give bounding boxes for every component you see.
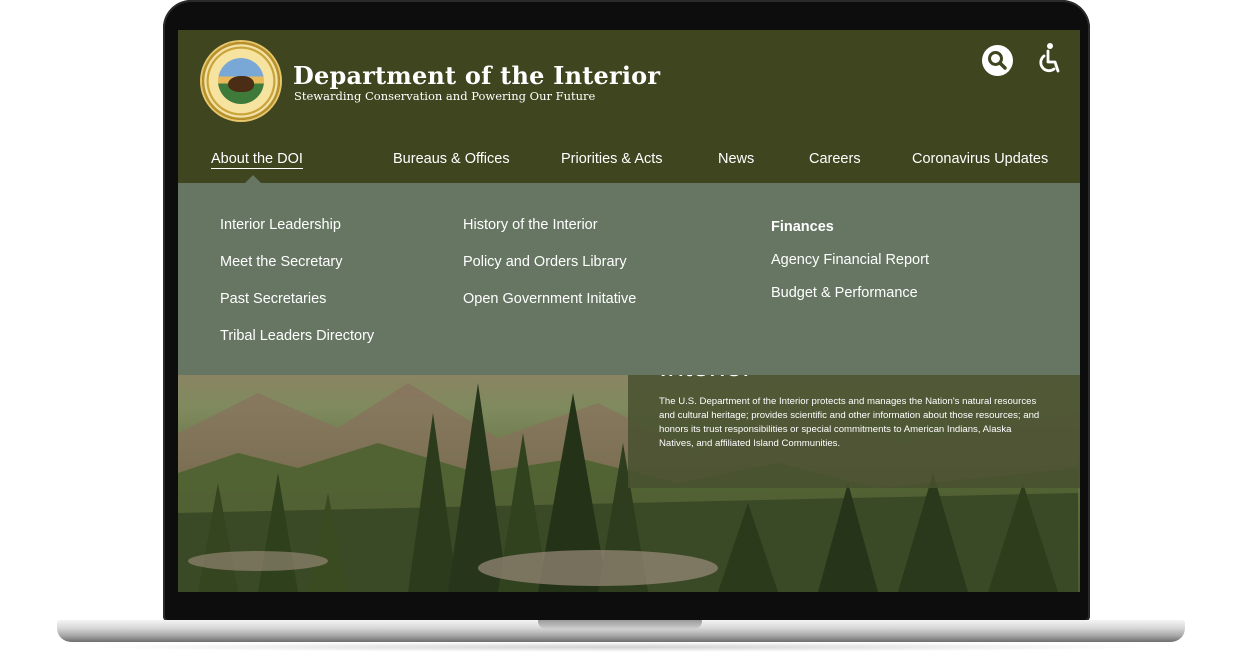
nav-about-the-doi[interactable]: About the DOI xyxy=(211,151,303,169)
nav-priorities-acts[interactable]: Priorities & Acts xyxy=(561,151,663,167)
site-subtitle: Stewarding Conservation and Powering Our… xyxy=(294,89,596,103)
nav-careers[interactable]: Careers xyxy=(809,151,861,167)
bison-icon xyxy=(228,76,254,92)
menu-heading-finances: Finances xyxy=(771,219,834,235)
site-title[interactable]: Department of the Interior xyxy=(293,61,660,90)
menu-history-of-the-interior[interactable]: History of the Interior xyxy=(463,217,598,233)
laptop-hinge-notch xyxy=(538,620,702,629)
menu-budget-performance[interactable]: Budget & Performance xyxy=(771,285,918,301)
search-icon xyxy=(988,51,1007,70)
menu-open-government-initiative[interactable]: Open Government Initative xyxy=(463,291,636,307)
accessibility-button[interactable] xyxy=(1033,42,1063,76)
site-header: Department of the Interior Stewarding Co… xyxy=(178,30,1080,184)
nav-news[interactable]: News xyxy=(718,151,754,167)
menu-tribal-leaders-directory[interactable]: Tribal Leaders Directory xyxy=(220,328,374,344)
menu-meet-the-secretary[interactable]: Meet the Secretary xyxy=(220,254,343,270)
menu-interior-leadership[interactable]: Interior Leadership xyxy=(220,217,341,233)
about-dropdown-menu: Interior Leadership Meet the Secretary P… xyxy=(178,183,1080,375)
menu-past-secretaries[interactable]: Past Secretaries xyxy=(220,291,326,307)
menu-policy-orders-library[interactable]: Policy and Orders Library xyxy=(463,254,627,270)
nav-coronavirus-updates[interactable]: Coronavirus Updates xyxy=(912,151,1048,167)
doi-seal-logo[interactable] xyxy=(202,42,280,120)
nav-bureaus-offices[interactable]: Bureaus & Offices xyxy=(393,151,510,167)
seal-emblem xyxy=(218,58,264,104)
menu-agency-financial-report[interactable]: Agency Financial Report xyxy=(771,252,929,268)
search-button[interactable] xyxy=(982,45,1013,76)
accessibility-icon xyxy=(1039,43,1060,73)
hero-description: The U.S. Department of the Interior prot… xyxy=(659,396,1040,449)
browser-screen: Interior The U.S. Department of the Inte… xyxy=(178,30,1080,592)
laptop-shadow xyxy=(80,642,1160,652)
